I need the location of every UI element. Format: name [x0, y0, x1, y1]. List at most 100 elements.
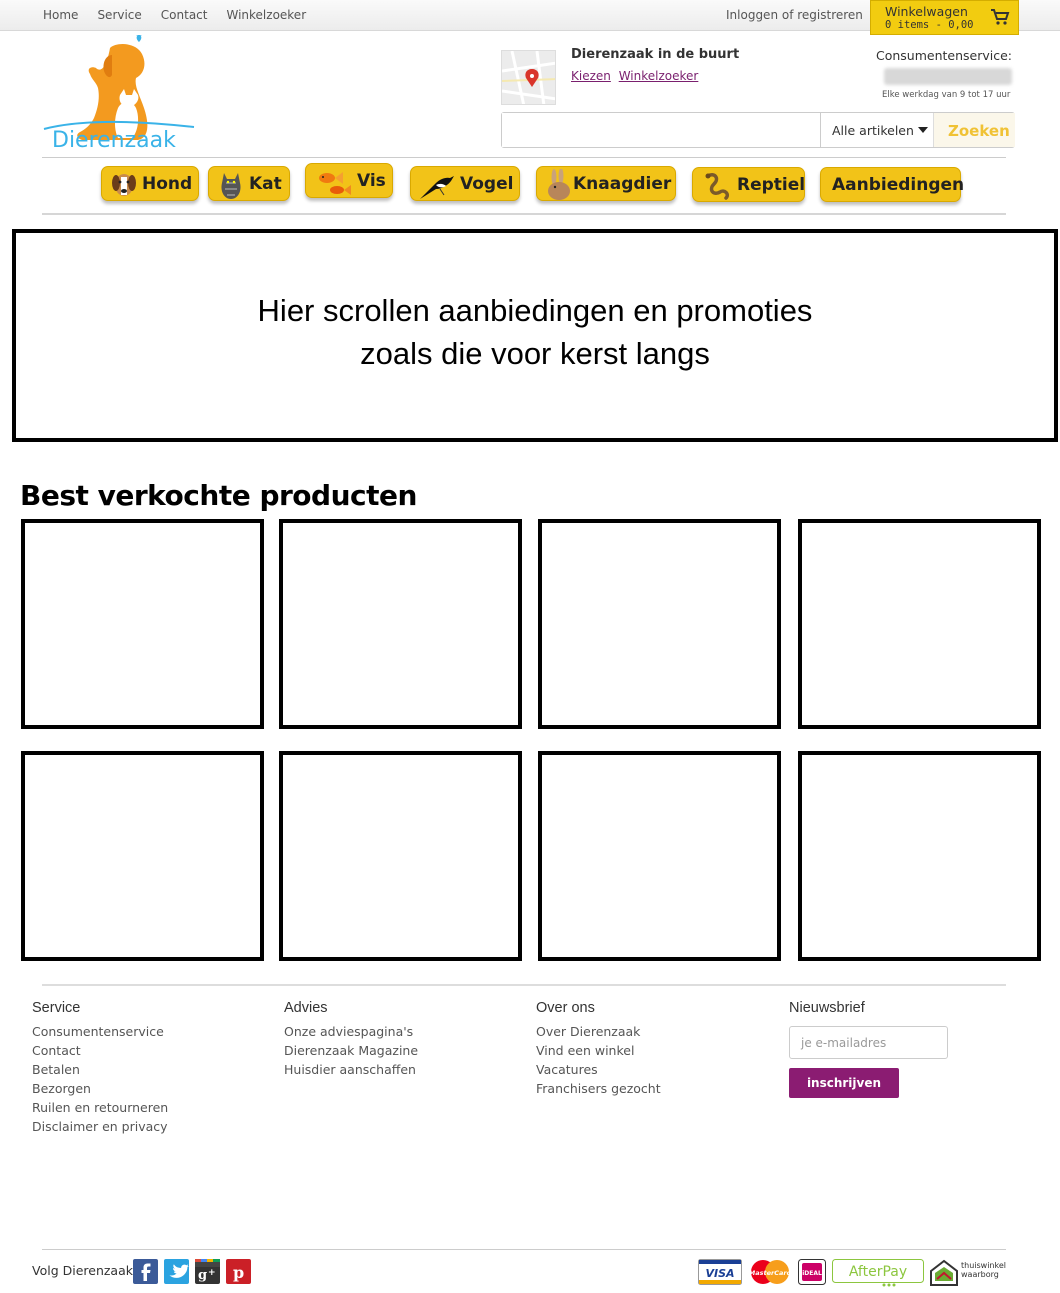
svg-text:VISA: VISA [705, 1267, 734, 1280]
cat-icon [221, 173, 241, 199]
footer-link[interactable]: Vacatures [536, 1060, 661, 1079]
follow-label: Volg Dierenzaak [32, 1263, 133, 1278]
rabbit-icon [548, 169, 570, 200]
search-category-label: Alle artikelen [832, 123, 914, 138]
footer-link[interactable]: Huisdier aanschaffen [284, 1060, 418, 1079]
dog-icon [112, 174, 136, 196]
topnav-contact[interactable]: Contact [161, 8, 208, 22]
footer-link[interactable]: Vind een winkel [536, 1041, 661, 1060]
twitter-icon[interactable] [164, 1259, 190, 1284]
store-map-thumbnail[interactable] [501, 50, 556, 105]
topnav-winkelzoeker[interactable]: Winkelzoeker [226, 8, 306, 22]
afterpay-logo-icon: AfterPay [832, 1259, 924, 1287]
footer-link[interactable]: Dierenzaak Magazine [284, 1041, 418, 1060]
tab-aanbiedingen[interactable]: Aanbiedingen [820, 167, 965, 202]
tab-vogel-label: Vogel [460, 174, 514, 194]
chevron-down-icon [917, 127, 928, 133]
svg-text:+: + [208, 1268, 216, 1278]
divider [42, 984, 1006, 986]
bestsellers-title: Best verkochte producten [20, 479, 417, 512]
brand-name: Dierenzaak [52, 128, 176, 153]
top-nav: Home Service Contact Winkelzoeker [43, 8, 325, 22]
login-link[interactable]: Inloggen of registreren [726, 8, 863, 22]
footer-link[interactable]: Bezorgen [32, 1079, 168, 1098]
newsletter-title: Nieuwsbrief [789, 1000, 865, 1016]
map-icon [502, 51, 555, 104]
divider [42, 157, 1006, 158]
topnav-home[interactable]: Home [43, 8, 78, 22]
svg-text:iDEAL: iDEAL [802, 1270, 822, 1277]
tab-reptiel-label: Reptiel [737, 175, 806, 195]
product-card[interactable] [21, 519, 264, 729]
newsletter-subscribe-button[interactable]: inschrijven [789, 1068, 899, 1098]
tab-kat-label: Kat [249, 174, 282, 194]
tab-reptiel[interactable]: Reptiel [692, 167, 805, 202]
cart-icon [991, 9, 1010, 25]
product-card[interactable] [279, 751, 522, 961]
tab-vis[interactable]: Vis [305, 163, 393, 198]
cart-button[interactable]: Winkelwagen 0 items - 0,00 [870, 0, 1019, 35]
topnav-service[interactable]: Service [97, 8, 141, 22]
product-card[interactable] [279, 519, 522, 729]
customer-service-title: Consumentenservice: [875, 48, 1012, 63]
divider [42, 1249, 1006, 1250]
product-card[interactable] [798, 519, 1041, 729]
tab-knaagdier[interactable]: Knaagdier [536, 166, 676, 201]
svg-text:p: p [233, 1263, 244, 1282]
tab-kat[interactable]: Kat [208, 166, 290, 201]
customer-service-phone-blurred [884, 68, 1012, 85]
cart-title: Winkelwagen [885, 4, 968, 19]
footer-over-column: Over ons Over Dierenzaak Vind een winkel… [536, 1000, 661, 1098]
fish-icon [319, 172, 351, 195]
footer-link[interactable]: Over Dierenzaak [536, 1022, 661, 1041]
pinterest-icon[interactable]: p [226, 1259, 251, 1284]
search-button[interactable]: Zoeken [933, 113, 1015, 147]
footer-link[interactable]: Onze adviespagina's [284, 1022, 418, 1041]
footer-over-title: Over ons [536, 1000, 595, 1016]
product-card[interactable] [21, 751, 264, 961]
dog-cat-logo-icon: Dierenzaak [43, 34, 195, 153]
footer-link[interactable]: Consumentenservice [32, 1022, 168, 1041]
cart-summary: 0 items - 0,00 [885, 19, 974, 31]
footer-link[interactable]: Betalen [32, 1060, 168, 1079]
tab-vis-label: Vis [357, 171, 386, 191]
svg-text:MasterCard: MasterCard [749, 1269, 792, 1277]
product-card[interactable] [798, 751, 1041, 961]
footer-advies-title: Advies [284, 1000, 328, 1016]
svg-text:g: g [198, 1268, 207, 1283]
choose-store-link[interactable]: Kiezen [571, 69, 611, 83]
facebook-icon[interactable] [133, 1259, 158, 1284]
tab-hond[interactable]: Hond [101, 166, 199, 201]
tab-aanbiedingen-label: Aanbiedingen [832, 175, 965, 195]
footer-service-title: Service [32, 1000, 81, 1016]
promo-banner-text: Hier scrollen aanbiedingen en promoties … [16, 289, 1054, 375]
footer-link[interactable]: Disclaimer en privacy [32, 1117, 168, 1136]
product-card[interactable] [538, 751, 781, 961]
brand-logo[interactable]: Dierenzaak [40, 33, 200, 153]
nearby-store-title: Dierenzaak in de buurt [571, 47, 740, 62]
footer-link[interactable]: Contact [32, 1041, 168, 1060]
tab-vogel[interactable]: Vogel [410, 166, 520, 201]
promo-line-1: Hier scrollen aanbiedingen en promoties [257, 293, 813, 328]
visa-logo-icon: VISA [698, 1259, 742, 1285]
product-card[interactable] [538, 519, 781, 729]
ideal-logo-icon: iDEAL [798, 1259, 826, 1285]
mastercard-logo-icon: MasterCard [748, 1259, 792, 1285]
customer-service-hours: Elke werkdag van 9 tot 17 uur [882, 90, 1011, 100]
promo-line-2: zoals die voor kerst langs [360, 336, 710, 371]
footer-advies-column: Advies Onze adviespagina's Dierenzaak Ma… [284, 1000, 418, 1079]
thuiswinkel-waarborg-logo-icon: thuiswinkel waarborg [929, 1259, 1013, 1286]
store-finder-link[interactable]: Winkelzoeker [619, 69, 699, 83]
footer-link[interactable]: Franchisers gezocht [536, 1079, 661, 1098]
svg-text:AfterPay: AfterPay [849, 1264, 907, 1280]
newsletter-email-field[interactable]: je e-mailadres [789, 1026, 948, 1059]
footer-service-column: Service Consumentenservice Contact Betal… [32, 1000, 168, 1136]
search-category-select[interactable]: Alle artikelen [820, 113, 933, 147]
footer-newsletter-column: Nieuwsbrief [789, 1000, 865, 1022]
search-input[interactable] [502, 113, 820, 147]
snake-icon [705, 172, 730, 200]
google-plus-icon[interactable]: g + [195, 1259, 220, 1284]
promo-banner[interactable]: Hier scrollen aanbiedingen en promoties … [12, 229, 1058, 442]
footer-link[interactable]: Ruilen en retourneren [32, 1098, 168, 1117]
nearby-store-links: Kiezen Winkelzoeker [571, 69, 702, 83]
